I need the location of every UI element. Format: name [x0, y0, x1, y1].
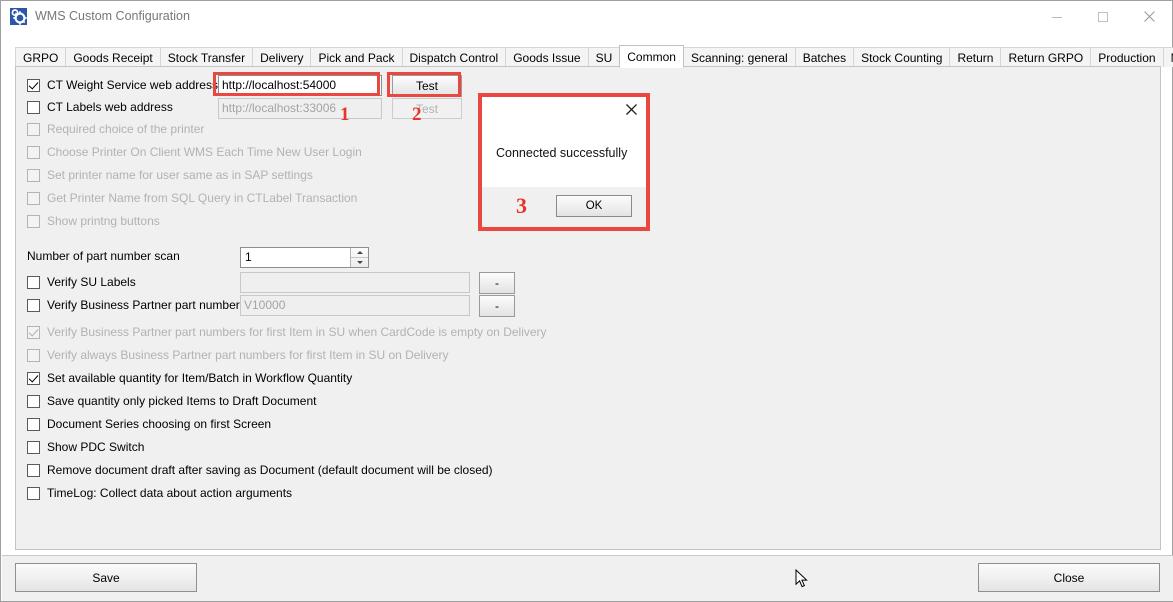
tab-batches[interactable]: Batches	[794, 47, 855, 67]
checkbox-label: Verify Business Partner part numbers	[47, 298, 246, 312]
application-window: WMS Custom Configuration GRPO Goods Recei…	[0, 0, 1173, 602]
checkbox-box	[27, 214, 40, 228]
tab-manager[interactable]: Manager	[1162, 47, 1173, 67]
checkbox-box[interactable]	[27, 486, 40, 500]
tab-su[interactable]: SU	[587, 47, 621, 67]
checkbox-box	[27, 191, 40, 205]
input-labels-service-url: http://localhost:33006	[218, 98, 382, 119]
input-verify-su-labels	[240, 272, 470, 293]
checkbox-label: Verify Business Partner part numbers for…	[47, 325, 547, 339]
checkbox-box[interactable]	[27, 417, 40, 431]
checkbox-label: Document Series choosing on first Screen	[47, 417, 272, 431]
checkbox-verify-option-1: Verify always Business Partner part numb…	[27, 348, 448, 362]
checkbox-box	[27, 145, 40, 159]
tab-pick-and-pack[interactable]: Pick and Pack	[310, 47, 403, 67]
checkbox-label: Verify always Business Partner part numb…	[47, 348, 449, 362]
checkbox-box[interactable]	[27, 463, 40, 477]
checkbox-label: Get Printer Name from SQL Query in CTLab…	[47, 191, 358, 205]
spinner-down-icon[interactable]	[351, 258, 368, 267]
checkbox-label: Required choice of the printer	[47, 122, 205, 136]
checkbox-box[interactable]	[27, 440, 40, 454]
checkbox-printer-option-4: Show printng buttons	[27, 214, 160, 228]
window-controls	[1034, 1, 1172, 32]
checkbox-printer-option-0: Required choice of the printer	[27, 122, 204, 136]
checkbox-label: CT Labels web address	[47, 100, 173, 114]
app-root: WMS Custom Configuration GRPO Goods Recei…	[0, 0, 1173, 602]
checkbox-box[interactable]	[27, 394, 40, 408]
checkbox-box	[27, 325, 40, 339]
checkbox-general-option-5[interactable]: TimeLog: Collect data about action argum…	[27, 486, 292, 500]
tab-delivery[interactable]: Delivery	[252, 47, 312, 67]
tab-goods-receipt[interactable]: Goods Receipt	[65, 47, 161, 67]
checkbox-label: Remove document draft after saving as Do…	[47, 463, 493, 477]
tab-stock-transfer[interactable]: Stock Transfer	[159, 47, 254, 67]
tab-stock-counting[interactable]: Stock Counting	[853, 47, 951, 67]
button-test-weight-service[interactable]: Test	[392, 75, 462, 97]
tab-strip: GRPO Goods Receipt Stock Transfer Delivery P…	[15, 45, 1173, 68]
button-verify-su-labels-minus[interactable]: -	[479, 272, 515, 294]
tab-return-grpo[interactable]: Return GRPO	[1000, 47, 1092, 67]
checkbox-box[interactable]	[27, 371, 40, 385]
checkbox-label: CT Weight Service web address	[47, 78, 218, 92]
label-part-number-scan-wrap: Number of part number scan	[27, 249, 180, 263]
spinner-up-icon[interactable]	[351, 248, 368, 258]
close-button-footer[interactable]: Close	[978, 563, 1160, 592]
checkbox-box[interactable]	[27, 100, 40, 114]
tab-return[interactable]: Return	[949, 47, 1002, 67]
tab-grpo[interactable]: GRPO	[15, 47, 67, 67]
checkbox-box[interactable]	[27, 275, 40, 289]
checkbox-verify-su-labels[interactable]: Verify SU Labels	[27, 275, 136, 289]
checkbox-general-option-4[interactable]: Remove document draft after saving as Do…	[27, 463, 493, 477]
checkbox-label: Show PDC Switch	[47, 440, 145, 454]
gear-icon	[10, 8, 27, 25]
checkbox-box[interactable]	[27, 298, 40, 312]
checkbox-general-option-2[interactable]: Document Series choosing on first Screen	[27, 417, 271, 431]
title-bar: WMS Custom Configuration	[1, 1, 1172, 32]
checkbox-printer-option-3: Get Printer Name from SQL Query in CTLab…	[27, 191, 357, 205]
input-weight-service-url[interactable]: http://localhost:54000	[218, 75, 382, 96]
checkbox-verify-bp-part-numbers[interactable]: Verify Business Partner part numbers	[27, 298, 246, 312]
label-part-number-scan: Number of part number scan	[27, 249, 180, 263]
checkbox-label: Choose Printer On Client WMS Each Time N…	[47, 145, 362, 159]
button-verify-bp-part-numbers-minus[interactable]: -	[479, 295, 515, 317]
spinner-value: 1	[245, 250, 252, 264]
checkbox-box	[27, 168, 40, 182]
checkbox-label: Show printng buttons	[47, 214, 160, 228]
checkbox-verify-option-0: Verify Business Partner part numbers for…	[27, 325, 547, 339]
spinner-part-number-scan[interactable]: 1	[240, 247, 369, 268]
checkbox-label: Set printer name for user same as in SAP…	[47, 168, 313, 182]
input-verify-bp-part-numbers: V10000	[240, 295, 470, 316]
checkbox-label: TimeLog: Collect data about action argum…	[47, 486, 293, 500]
minimize-button[interactable]	[1034, 1, 1080, 32]
checkbox-printer-option-1: Choose Printer On Client WMS Each Time N…	[27, 145, 362, 159]
checkbox-ct-weight-service[interactable]: CT Weight Service web address	[27, 78, 218, 92]
tab-scanning-general[interactable]: Scanning: general	[682, 47, 796, 67]
connection-result-dialog: Connected successfully OK	[478, 93, 650, 231]
footer-bar: Save Close	[2, 555, 1173, 601]
checkbox-label: Save quantity only picked Items to Draft…	[47, 394, 317, 408]
checkbox-general-option-0[interactable]: Set available quantity for Item/Batch in…	[27, 371, 352, 385]
checkbox-label: Set available quantity for Item/Batch in…	[47, 371, 353, 385]
checkbox-box	[27, 122, 40, 136]
checkbox-general-option-1[interactable]: Save quantity only picked Items to Draft…	[27, 394, 316, 408]
window-title: WMS Custom Configuration	[35, 9, 190, 23]
button-test-labels-service: Test	[392, 98, 462, 119]
annotation-box-dialog	[478, 93, 650, 231]
save-button[interactable]: Save	[15, 563, 197, 592]
checkbox-box[interactable]	[27, 78, 40, 92]
checkbox-ct-labels[interactable]: CT Labels web address	[27, 100, 173, 114]
maximize-button[interactable]	[1080, 1, 1126, 32]
spinner-arrows[interactable]	[350, 248, 368, 267]
checkbox-printer-option-2: Set printer name for user same as in SAP…	[27, 168, 313, 182]
tab-common[interactable]: Common	[619, 45, 684, 68]
checkbox-general-option-3[interactable]: Show PDC Switch	[27, 440, 144, 454]
close-button[interactable]	[1126, 1, 1172, 32]
tab-production[interactable]: Production	[1090, 47, 1164, 67]
tab-goods-issue[interactable]: Goods Issue	[505, 47, 589, 67]
checkbox-box	[27, 348, 40, 362]
checkbox-label: Verify SU Labels	[47, 275, 136, 289]
tab-dispatch-control[interactable]: Dispatch Control	[401, 47, 507, 67]
